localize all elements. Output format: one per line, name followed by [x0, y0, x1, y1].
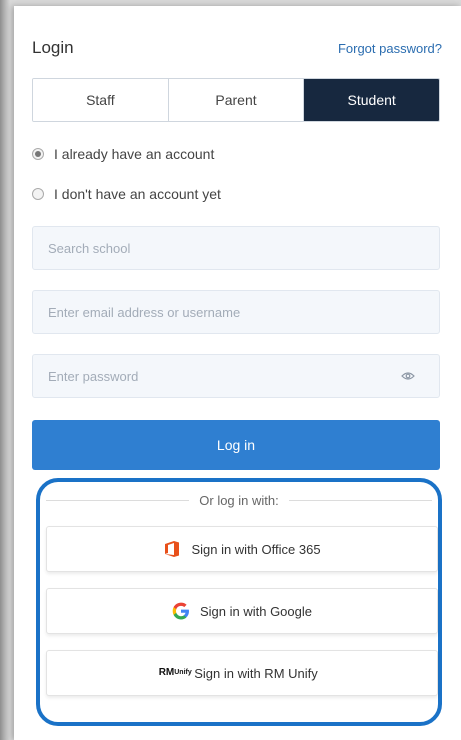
school-search-field — [32, 226, 440, 270]
tab-student[interactable]: Student — [304, 79, 439, 121]
rm-unify-signin-label: Sign in with RM Unify — [194, 665, 318, 681]
office365-signin-label: Sign in with Office 365 — [191, 541, 321, 557]
google-icon — [172, 602, 190, 620]
login-button[interactable]: Log in — [32, 420, 440, 470]
radio-label: I don't have an account yet — [54, 186, 221, 202]
username-field — [32, 290, 440, 334]
radio-button[interactable] — [32, 188, 44, 200]
alt-login-divider: Or log in with: — [46, 490, 433, 510]
rm-unify-signin-button[interactable]: RM Unify Sign in with RM Unify — [46, 650, 438, 696]
rm-logo-text: RM — [158, 667, 175, 678]
google-signin-button[interactable]: Sign in with Google — [46, 588, 438, 634]
rm-unify-icon: RM Unify — [159, 664, 192, 682]
office365-signin-button[interactable]: Sign in with Office 365 — [46, 526, 438, 572]
username-input[interactable] — [33, 291, 439, 333]
radio-label: I already have an account — [54, 146, 215, 162]
tab-staff[interactable]: Staff — [33, 79, 169, 121]
rm-logo-subtext: Unify — [174, 669, 192, 676]
forgot-password-link[interactable]: Forgot password? — [338, 41, 442, 56]
alt-login-divider-text: Or log in with: — [199, 492, 279, 508]
radio-button-checked[interactable] — [32, 148, 44, 160]
password-field — [32, 354, 440, 398]
page-title: Login — [32, 38, 74, 57]
divider-line — [288, 499, 433, 501]
login-header: Login Forgot password? — [32, 36, 442, 60]
radio-no-account[interactable]: I don't have an account yet — [32, 186, 221, 202]
divider-line — [46, 499, 190, 501]
show-password-eye-icon[interactable] — [401, 371, 415, 381]
tab-parent[interactable]: Parent — [168, 79, 305, 121]
google-signin-label: Sign in with Google — [199, 603, 312, 619]
user-type-tabs: Staff Parent Student — [32, 78, 440, 122]
office365-icon — [163, 540, 181, 558]
radio-have-account[interactable]: I already have an account — [32, 146, 214, 162]
password-input[interactable] — [33, 355, 439, 397]
school-search-input[interactable] — [33, 227, 439, 269]
